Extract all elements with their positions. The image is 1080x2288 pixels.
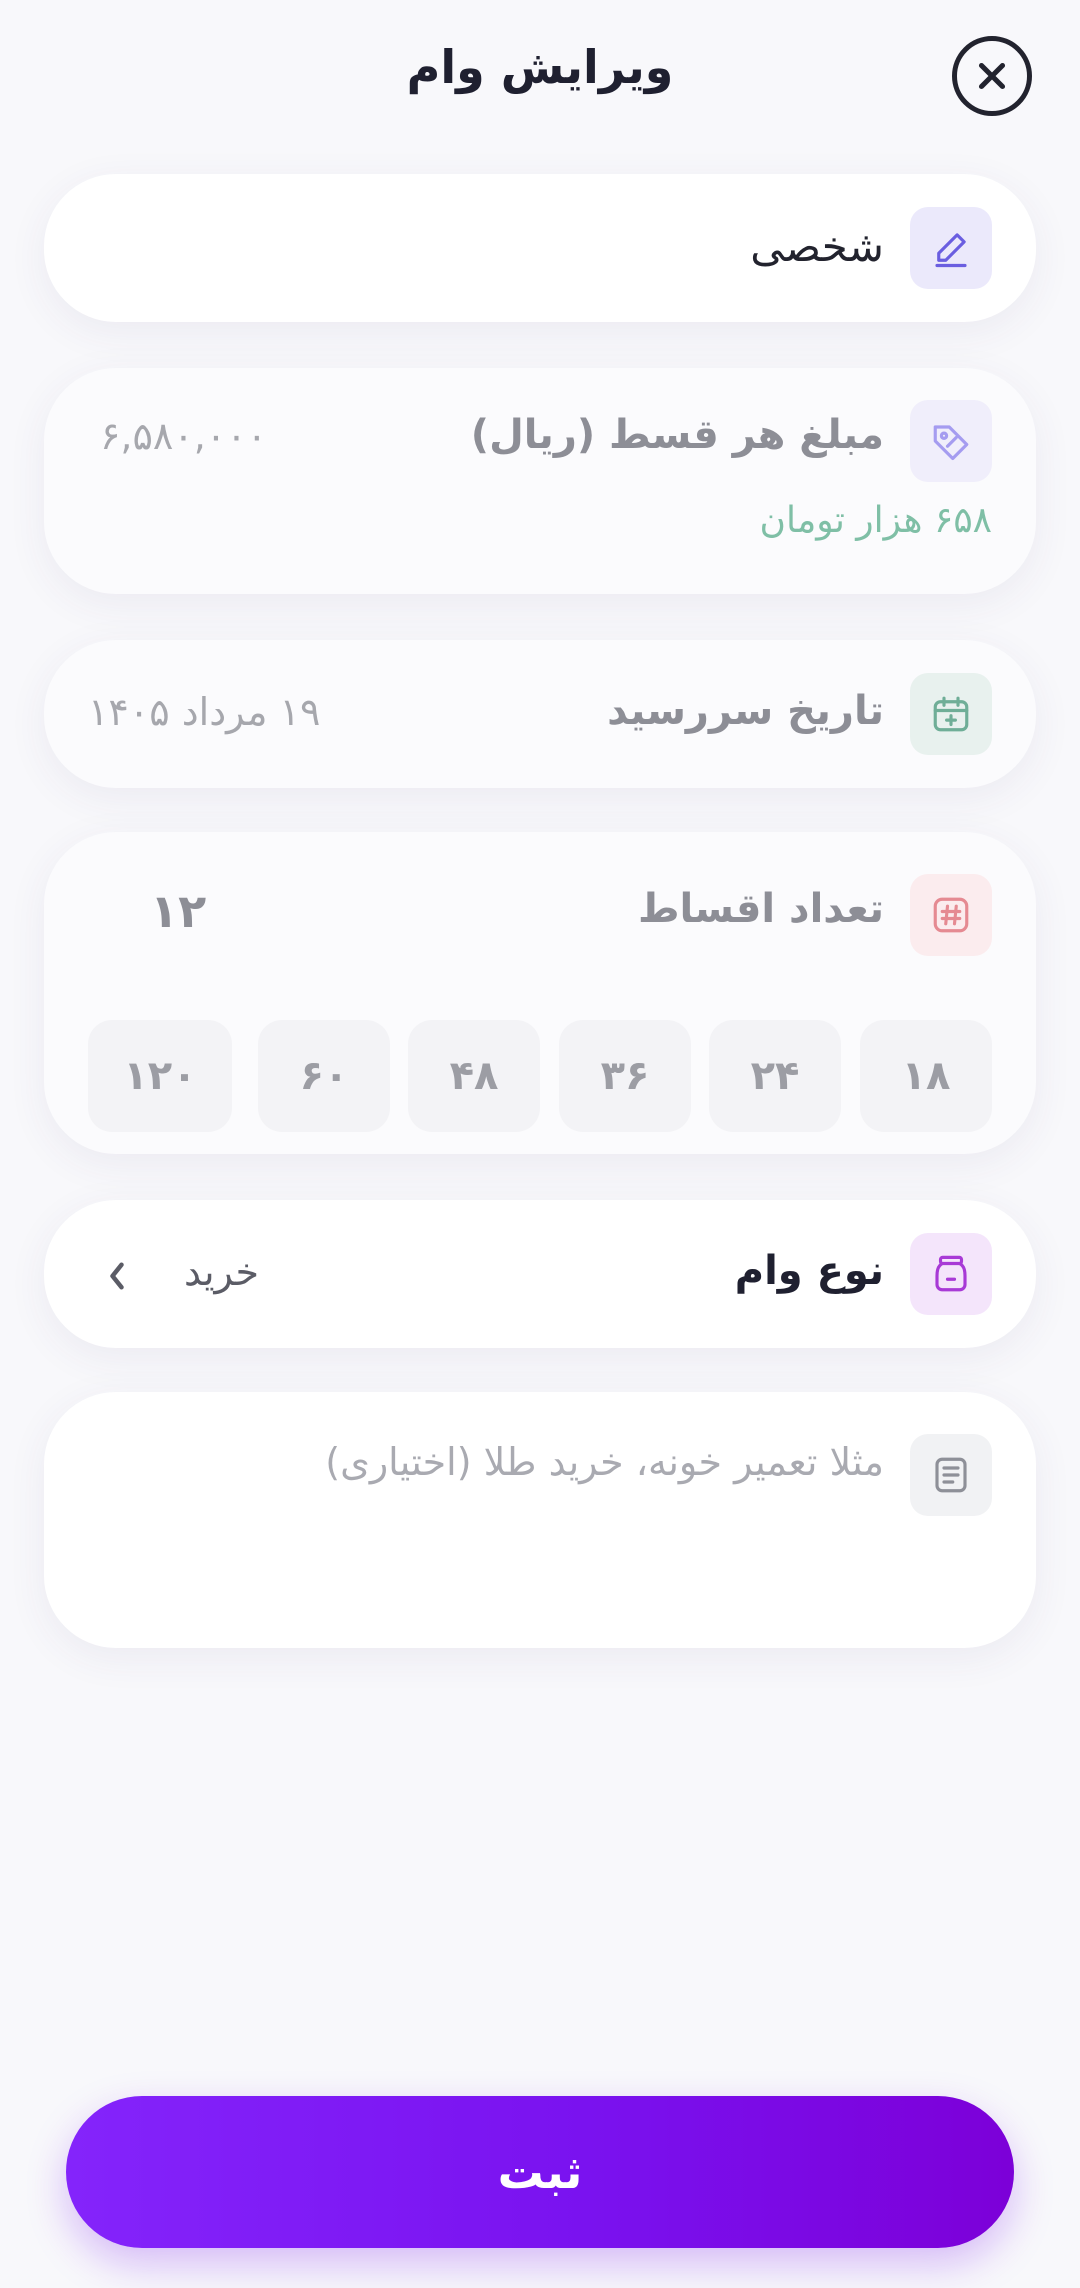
- name-field[interactable]: شخصی: [44, 174, 1036, 322]
- due-date-value: ۱۹ مرداد ۱۴۰۵: [88, 690, 321, 734]
- installments-value[interactable]: ۱۲: [150, 884, 206, 938]
- loan-type-label: نوع وام: [734, 1248, 884, 1294]
- installment-option-18[interactable]: ۱۸: [860, 1020, 992, 1132]
- loan-type-field[interactable]: نوع وام خرید: [44, 1200, 1036, 1348]
- pencil-icon: [910, 207, 992, 289]
- note-placeholder: مثلا تعمیر خونه، خرید طلا (اختیاری): [325, 1440, 884, 1484]
- installments-label: تعداد اقساط: [637, 886, 884, 932]
- due-date-field[interactable]: تاریخ سررسید ۱۹ مرداد ۱۴۰۵: [44, 640, 1036, 788]
- amount-hint: ۶۵۸ هزار تومان: [759, 500, 992, 541]
- tag-icon: [910, 400, 992, 482]
- hash-icon: [910, 874, 992, 956]
- close-icon: [978, 62, 1006, 90]
- installment-option-48[interactable]: ۴۸: [408, 1020, 540, 1132]
- calendar-plus-icon: [910, 673, 992, 755]
- header: ویرایش وام: [0, 0, 1080, 150]
- installment-options: ۱۸ ۲۴ ۳۶ ۴۸ ۶۰ ۱۲۰: [88, 1020, 992, 1132]
- installment-amount-field[interactable]: مبلغ هر قسط (ریال) ۶,۵۸۰,۰۰۰ ۶۵۸ هزار تو…: [44, 368, 1036, 594]
- installments-field: تعداد اقساط ۱۲ ۱۸ ۲۴ ۳۶ ۴۸ ۶۰ ۱۲۰: [44, 832, 1036, 1154]
- note-icon: [910, 1434, 992, 1516]
- page-title: ویرایش وام: [406, 40, 674, 94]
- edit-loan-screen: ویرایش وام شخصی مبلغ هر قسط (ریال) ۶,۵۸۰…: [0, 0, 1080, 2288]
- loan-type-value: خرید: [184, 1250, 259, 1294]
- note-field[interactable]: مثلا تعمیر خونه، خرید طلا (اختیاری): [44, 1392, 1036, 1648]
- amount-value: ۶,۵۸۰,۰۰۰: [100, 414, 268, 458]
- name-value: شخصی: [750, 222, 884, 271]
- installment-option-36[interactable]: ۳۶: [559, 1020, 691, 1132]
- submit-button[interactable]: ثبت: [66, 2096, 1014, 2248]
- jar-icon: [910, 1233, 992, 1315]
- installment-option-60[interactable]: ۶۰: [258, 1020, 390, 1132]
- chevron-left-icon: [110, 1262, 124, 1290]
- due-date-label: تاریخ سررسید: [607, 688, 884, 734]
- installment-option-120[interactable]: ۱۲۰: [88, 1020, 232, 1132]
- installment-option-24[interactable]: ۲۴: [709, 1020, 841, 1132]
- close-button[interactable]: [952, 36, 1032, 116]
- amount-label: مبلغ هر قسط (ریال): [470, 412, 884, 458]
